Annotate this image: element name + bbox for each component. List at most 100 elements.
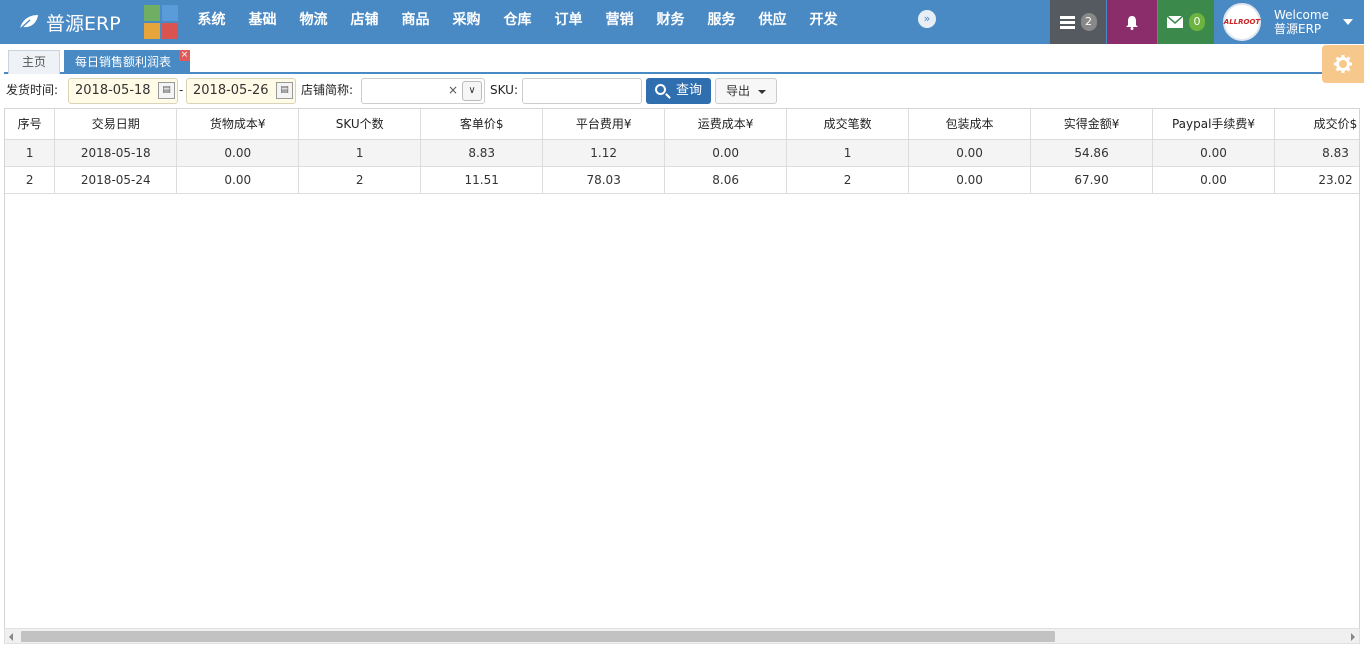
table-cell: 0.00 [1152,166,1275,194]
menu-item-system[interactable]: 系统 [186,0,237,44]
table-cell: 0.00 [664,139,788,167]
tab-close-icon[interactable]: × [179,50,190,61]
messages-badge: 0 [1189,13,1205,31]
table-cell: 23.02 [1274,166,1359,194]
table-cell: 1 [298,139,422,167]
table-cell: 2018-05-18 [54,139,178,167]
menu-item-develop[interactable]: 开发 [798,0,849,44]
menu-item-product[interactable]: 商品 [390,0,441,44]
column-header[interactable]: 平台费用¥ [542,109,666,140]
shop-select[interactable]: × ∨ [361,78,485,104]
column-header[interactable]: 交易日期 [54,109,178,140]
sales-profit-table: 序号 交易日期 货物成本¥ SKU个数 客单价$ 平台费用¥ 运费成本¥ 成交笔… [5,109,1359,194]
welcome-text: Welcome [1274,8,1329,22]
menu-item-purchase[interactable]: 采购 [441,0,492,44]
export-button[interactable]: 导出 [715,78,777,104]
top-navbar: 普源ERP 系统 基础 物流 店铺 商品 采购 仓库 订单 营销 财务 服务 供… [0,0,1364,44]
table-cell: 2 [298,166,422,194]
scrollbar-thumb[interactable] [21,631,1055,642]
gear-icon [1334,55,1352,73]
tab-home[interactable]: 主页 [8,50,60,74]
menu-item-warehouse[interactable]: 仓库 [492,0,543,44]
query-button[interactable]: 查询 [646,78,711,104]
column-header[interactable]: 成交笔数 [786,109,910,140]
column-header[interactable]: 运费成本¥ [664,109,788,140]
messages-button[interactable]: 0 [1158,0,1214,44]
table-cell: 0.00 [176,166,300,194]
column-header[interactable]: 序号 [5,109,56,140]
column-header[interactable]: 实得金额¥ [1030,109,1154,140]
menu-item-logistics[interactable]: 物流 [288,0,339,44]
scroll-left-icon[interactable] [9,633,13,641]
table-row[interactable]: 2 2018-05-24 0.00 2 11.51 78.03 8.06 2 0… [5,166,1359,194]
table-cell: 11.51 [420,166,544,194]
table-cell: 0.00 [176,139,300,167]
chevron-down-icon[interactable]: ∨ [462,81,482,101]
avatar: ALLROOT [1223,3,1261,41]
menu-item-supply[interactable]: 供应 [747,0,798,44]
date-from-value: 2018-05-18 [75,83,151,98]
column-header[interactable]: 包装成本 [908,109,1032,140]
leaf-icon [19,15,38,30]
table-cell: 67.90 [1030,166,1154,194]
table-cell: 8.06 [664,166,788,194]
double-chevron-icon[interactable]: » [918,10,936,28]
column-header[interactable]: 客单价$ [420,109,544,140]
table-cell: 1 [5,139,56,167]
table-cell: 0.00 [908,139,1032,167]
notifications-button[interactable] [1107,0,1157,44]
table-cell: 1 [786,139,910,167]
tab-bar: 主页 每日销售额利润表 × [4,44,1360,74]
date-separator: - [179,83,184,97]
brand-name: 普源ERP [46,12,121,35]
table-cell: 2 [786,166,910,194]
table-cell: 54.86 [1030,139,1154,167]
envelope-icon [1167,16,1183,28]
menu-item-order[interactable]: 订单 [543,0,594,44]
menu-item-shop[interactable]: 店铺 [339,0,390,44]
brand[interactable]: 普源ERP [18,0,121,44]
column-header[interactable]: 成交价$ [1274,109,1359,140]
bell-icon [1126,15,1138,30]
tasks-icon [1059,15,1075,29]
menu-item-service[interactable]: 服务 [696,0,747,44]
table-cell: 8.83 [1274,139,1359,167]
caret-down-icon [758,90,766,94]
date-from-input[interactable]: 2018-05-18 ▤ [68,78,178,104]
table-cell: 78.03 [542,166,666,194]
calendar-icon[interactable]: ▤ [276,82,293,99]
date-to-input[interactable]: 2018-05-26 ▤ [186,78,296,104]
clear-icon[interactable]: × [448,83,458,97]
column-header[interactable]: Paypal手续费¥ [1152,109,1275,140]
ship-time-label: 发货时间: [6,83,59,97]
column-header[interactable]: 货物成本¥ [176,109,300,140]
table-row[interactable]: 1 2018-05-18 0.00 1 8.83 1.12 0.00 1 0.0… [5,139,1359,167]
user-menu[interactable]: ALLROOT Welcome 普源ERP [1215,0,1364,44]
menu-item-basic[interactable]: 基础 [237,0,288,44]
user-name: 普源ERP [1274,22,1322,36]
table-cell: 0.00 [908,166,1032,194]
shop-label: 店铺简称: [301,83,354,97]
scroll-right-icon[interactable] [1351,633,1355,641]
menu-item-marketing[interactable]: 营销 [594,0,645,44]
user-info: Welcome 普源ERP [1274,8,1329,36]
tasks-button[interactable]: 2 [1050,0,1106,44]
search-icon [655,84,666,95]
sku-input[interactable] [522,78,642,104]
table-cell: 2 [5,166,56,194]
menu-item-finance[interactable]: 财务 [645,0,696,44]
table-cell: 0.00 [1152,139,1275,167]
horizontal-scrollbar[interactable] [4,628,1360,644]
main-menu: 系统 基础 物流 店铺 商品 采购 仓库 订单 营销 财务 服务 供应 开发 [186,0,849,44]
calendar-icon[interactable]: ▤ [158,82,175,99]
sku-label: SKU: [490,83,518,97]
tab-daily-sales-profit[interactable]: 每日销售额利润表 [64,50,190,74]
caret-down-icon [1342,19,1353,25]
table-cell: 8.83 [420,139,544,167]
column-header[interactable]: SKU个数 [298,109,422,140]
data-grid: 序号 交易日期 货物成本¥ SKU个数 客单价$ 平台费用¥ 运费成本¥ 成交笔… [4,108,1360,628]
table-cell: 2018-05-24 [54,166,178,194]
date-to-value: 2018-05-26 [193,83,269,98]
query-label: 查询 [676,83,703,98]
apps-grid-icon[interactable] [144,5,178,39]
